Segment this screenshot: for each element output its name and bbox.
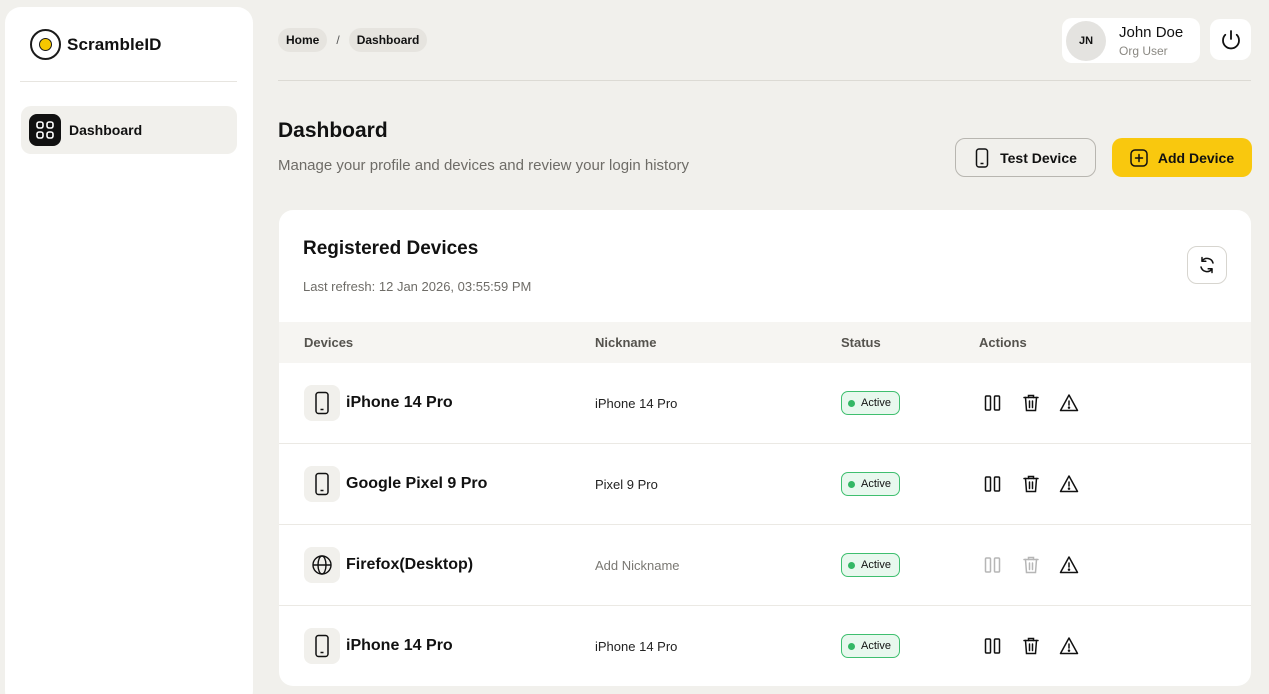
phone-icon — [975, 147, 989, 168]
delete-button — [1020, 554, 1041, 576]
logo-icon — [30, 29, 61, 60]
warning-icon — [1059, 394, 1078, 412]
logout-button[interactable] — [1210, 19, 1251, 60]
device-nickname[interactable]: Pixel 9 Pro — [595, 477, 658, 492]
delete-button[interactable] — [1020, 635, 1041, 657]
trash-icon — [1022, 637, 1039, 655]
device-name: Firefox(Desktop) — [346, 556, 474, 573]
pause-icon — [984, 638, 1001, 654]
row-actions — [982, 473, 1079, 495]
globe-icon — [304, 547, 340, 583]
pause-button[interactable] — [982, 635, 1003, 657]
add-device-label: Add Device — [1157, 149, 1235, 166]
app-logo[interactable]: ScrambleID — [30, 29, 162, 60]
warning-icon — [1059, 556, 1078, 574]
table-header: Devices Nickname Status Actions — [279, 322, 1251, 363]
device-nickname[interactable]: iPhone 14 Pro — [595, 396, 677, 411]
card-title: Registered Devices — [303, 238, 479, 259]
breadcrumb: Home / Dashboard — [278, 28, 428, 52]
pause-icon — [984, 557, 1001, 573]
breadcrumb-home[interactable]: Home — [278, 28, 328, 52]
pause-button[interactable] — [982, 392, 1003, 414]
sidebar-divider — [20, 81, 237, 82]
topbar-divider — [278, 80, 1251, 81]
warning-icon — [1059, 637, 1078, 655]
breadcrumb-separator: / — [336, 33, 340, 47]
page-subtitle: Manage your profile and devices and revi… — [278, 157, 690, 174]
table-row: iPhone 14 Pro iPhone 14 Pro Active — [279, 606, 1251, 686]
refresh-icon — [1200, 256, 1214, 274]
phone-icon — [304, 466, 340, 502]
last-refresh: Last refresh: 12 Jan 2026, 03:55:59 PM — [303, 279, 532, 294]
plus-square-icon — [1130, 148, 1148, 167]
trash-icon — [1022, 394, 1039, 412]
user-menu[interactable]: JN John Doe Org User — [1062, 18, 1200, 63]
refresh-button[interactable] — [1187, 246, 1227, 284]
pause-icon — [984, 395, 1001, 411]
row-actions — [982, 635, 1079, 657]
user-name: John Doe — [1119, 23, 1184, 41]
delete-button[interactable] — [1020, 392, 1041, 414]
table-row: Google Pixel 9 Pro Pixel 9 Pro Active — [279, 444, 1251, 525]
report-button[interactable] — [1058, 473, 1079, 495]
device-nickname[interactable]: iPhone 14 Pro — [595, 639, 677, 654]
power-icon — [1221, 29, 1240, 49]
registered-devices-card: Registered Devices Last refresh: 12 Jan … — [279, 210, 1251, 686]
device-name: iPhone 14 Pro — [346, 637, 453, 654]
trash-icon — [1022, 475, 1039, 493]
warning-icon — [1059, 475, 1078, 493]
user-role: Org User — [1119, 43, 1168, 58]
pause-button — [982, 554, 1003, 576]
delete-button[interactable] — [1020, 473, 1041, 495]
test-device-button[interactable]: Test Device — [955, 138, 1096, 177]
report-button[interactable] — [1058, 392, 1079, 414]
app-name: ScrambleID — [67, 34, 162, 54]
device-name: iPhone 14 Pro — [346, 394, 453, 411]
status-badge: Active — [841, 553, 900, 577]
add-nickname-link[interactable]: Add Nickname — [595, 558, 680, 573]
sidebar-item-label: Dashboard — [69, 122, 143, 138]
report-button[interactable] — [1058, 635, 1079, 657]
column-nickname: Nickname — [595, 335, 657, 350]
status-badge: Active — [841, 391, 900, 415]
phone-icon — [304, 385, 340, 421]
table-row: iPhone 14 Pro iPhone 14 Pro Active — [279, 363, 1251, 444]
device-name: Google Pixel 9 Pro — [346, 475, 488, 492]
table-row: Firefox(Desktop) Add Nickname Active — [279, 525, 1251, 606]
column-status: Status — [841, 335, 881, 350]
status-badge: Active — [841, 634, 900, 658]
row-actions — [982, 392, 1079, 414]
trash-icon — [1022, 556, 1039, 574]
phone-icon — [304, 628, 340, 664]
add-device-button[interactable]: Add Device — [1112, 138, 1252, 177]
grid-icon — [29, 114, 61, 146]
pause-button[interactable] — [982, 473, 1003, 495]
page-title: Dashboard — [278, 119, 388, 142]
column-actions: Actions — [979, 335, 1027, 350]
row-actions — [982, 554, 1079, 576]
report-button[interactable] — [1058, 554, 1079, 576]
column-devices: Devices — [304, 335, 354, 350]
pause-icon — [984, 476, 1001, 492]
status-badge: Active — [841, 472, 900, 496]
sidebar-item-dashboard[interactable]: Dashboard — [21, 106, 237, 154]
avatar: JN — [1066, 20, 1106, 61]
test-device-label: Test Device — [1000, 149, 1077, 166]
breadcrumb-dashboard[interactable]: Dashboard — [348, 28, 428, 52]
sidebar: ScrambleID Dashboard — [5, 7, 253, 694]
